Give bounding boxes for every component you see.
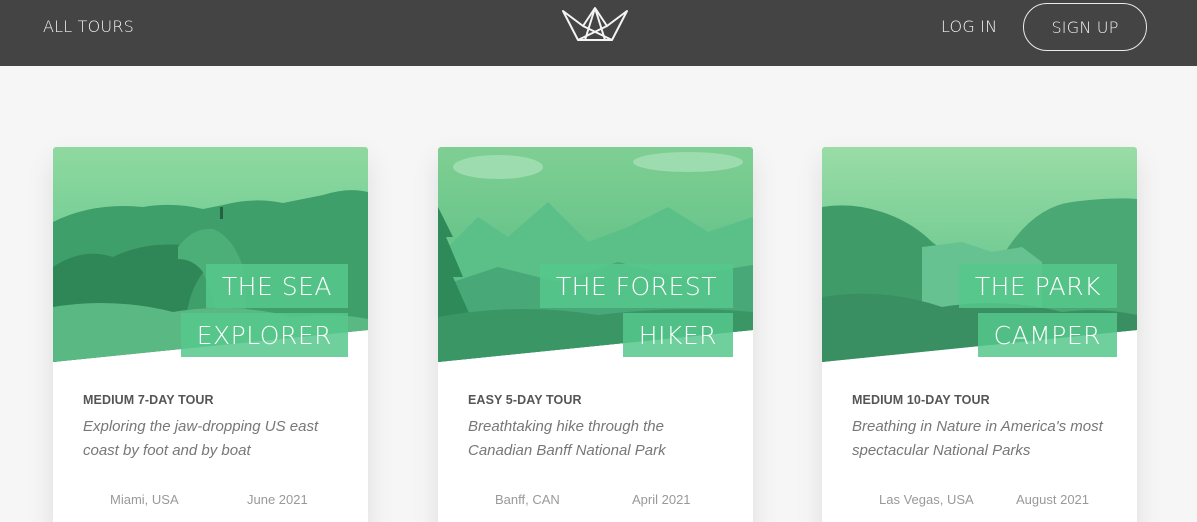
tour-title: THE FOREST HIKER [539,264,733,357]
tour-location: Miami, USA [110,492,179,507]
tour-difficulty: MEDIUM 10-DAY TOUR [852,393,990,407]
signup-button[interactable]: SIGN UP [1023,3,1147,51]
site-header: ALL TOURS LOG IN SIGN UP [0,0,1197,66]
tour-title-line-1: THE PARK [958,264,1117,308]
tour-location: Las Vegas, USA [879,492,974,507]
tour-difficulty: EASY 5-DAY TOUR [468,393,582,407]
crown-logo-icon[interactable] [561,6,629,47]
tour-description: Exploring the jaw-dropping US east coast… [83,418,319,459]
tour-date: August 2021 [1016,492,1090,507]
tour-details: MEDIUM 7-DAY TOUR Exploring the jaw-drop… [83,393,343,463]
tour-card[interactable]: THE PARK CAMPER MEDIUM 10-DAY TOUR Breat… [822,147,1137,522]
tour-details: EASY 5-DAY TOUR Breathtaking hike throug… [468,393,728,463]
tour-date: April 2021 [632,492,691,507]
tour-title-line-2: CAMPER [977,313,1117,357]
tour-details: MEDIUM 10-DAY TOUR Breathing in Nature i… [852,393,1112,463]
tour-description: Breathtaking hike through the Canadian B… [468,418,666,459]
tour-title: THE PARK CAMPER [958,264,1117,357]
tour-title-line-1: THE SEA [205,264,348,308]
all-tours-link[interactable]: ALL TOURS [43,17,134,36]
login-link[interactable]: LOG IN [941,17,997,36]
tour-title-line-2: HIKER [622,313,733,357]
tour-date: June 2021 [247,492,308,507]
tour-description: Breathing in Nature in America's most sp… [852,418,1103,459]
tour-title-line-1: THE FOREST [539,264,733,308]
tour-title-line-2: EXPLORER [180,313,348,357]
tour-card[interactable]: THE FOREST HIKER EASY 5-DAY TOUR Breatht… [438,147,753,522]
tour-card[interactable]: THE SEA EXPLORER MEDIUM 7-DAY TOUR Explo… [53,147,368,522]
tour-title: THE SEA EXPLORER [180,264,348,357]
tour-location: Banff, CAN [495,492,560,507]
tour-difficulty: MEDIUM 7-DAY TOUR [83,393,214,407]
